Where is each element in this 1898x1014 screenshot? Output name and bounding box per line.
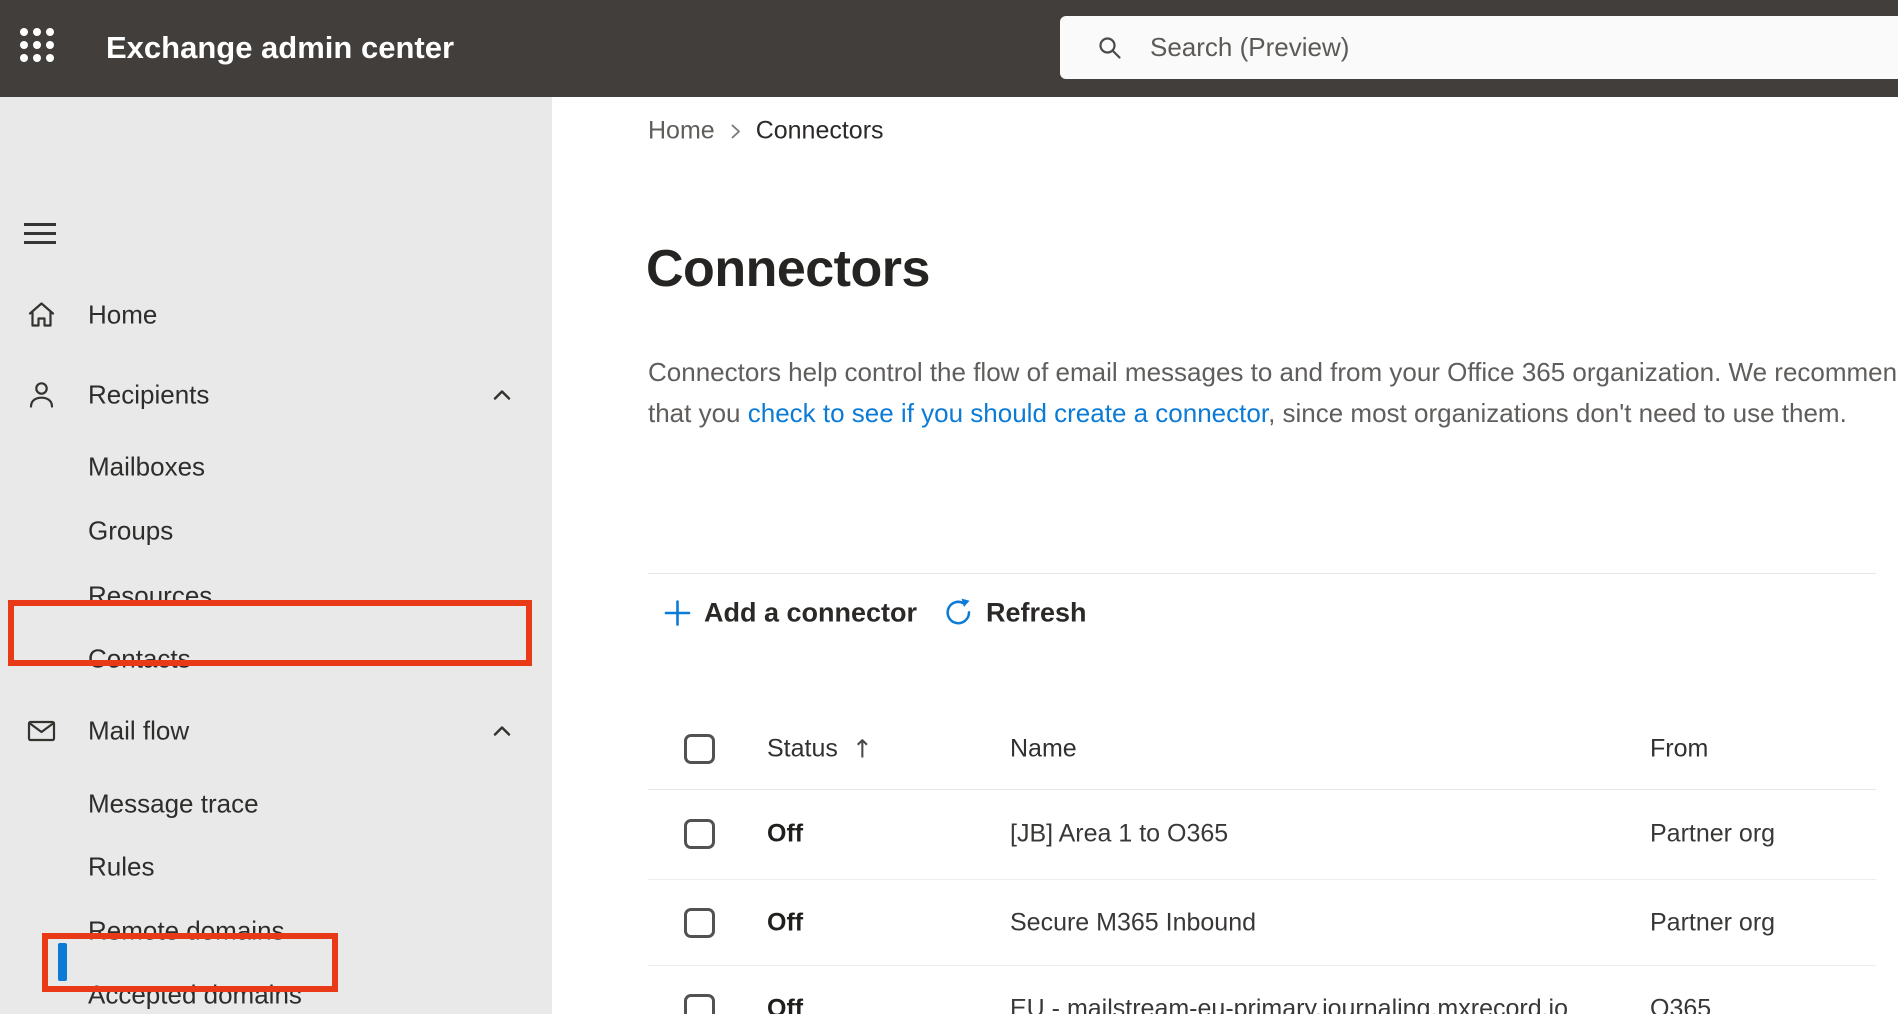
sidebar-item-label: Groups xyxy=(88,515,174,546)
sidebar-item-label: Contacts xyxy=(88,643,191,674)
toolbar-top-divider xyxy=(648,573,1876,574)
row-checkbox[interactable] xyxy=(684,908,715,938)
table-row[interactable]: Off EU - mailstream-eu-primary.journalin… xyxy=(552,965,1898,1014)
sidebar-item-message-trace[interactable]: Message trace xyxy=(0,772,552,836)
plus-icon xyxy=(664,600,691,626)
sort-ascending-icon[interactable]: ↑ xyxy=(852,735,873,764)
sidebar-item-label: Mailboxes xyxy=(88,451,206,482)
page-title: Connectors xyxy=(646,240,930,298)
create-connector-check-link[interactable]: check to see if you should create a conn… xyxy=(748,398,1268,428)
sidebar-item-label: Remote domains xyxy=(88,915,285,946)
mail-icon xyxy=(27,720,56,742)
sidebar-item-home[interactable]: Home xyxy=(0,283,552,347)
chevron-up-icon[interactable] xyxy=(488,717,516,745)
row-checkbox[interactable] xyxy=(684,994,715,1014)
row-status: Off xyxy=(767,908,804,937)
left-navigation: Home Recipients Mailboxes Groups Resourc… xyxy=(0,97,552,1014)
sidebar-item-accepted-domains[interactable]: Accepted domains xyxy=(0,963,552,1014)
row-status: Off xyxy=(767,994,804,1014)
app-title: Exchange admin center xyxy=(106,30,455,65)
search-placeholder: Search (Preview) xyxy=(1150,32,1350,62)
refresh-button[interactable]: Refresh xyxy=(943,598,1087,629)
row-from: Partner org xyxy=(1650,908,1776,937)
sidebar-item-label: Recipients xyxy=(88,379,210,410)
sidebar-item-label: Mail flow xyxy=(88,715,190,746)
home-icon xyxy=(28,302,55,327)
sidebar-item-label: Accepted domains xyxy=(88,979,302,1010)
chevron-right-icon xyxy=(731,124,740,138)
row-from: Partner org xyxy=(1650,819,1776,848)
column-header-from[interactable]: From xyxy=(1650,735,1708,764)
page-description: Connectors help control the flow of emai… xyxy=(648,352,1898,434)
sidebar-item-mail-flow[interactable]: Mail flow xyxy=(0,699,552,763)
breadcrumb-current: Connectors xyxy=(755,116,884,145)
sidebar-item-recipients[interactable]: Recipients xyxy=(0,363,552,427)
column-header-status[interactable]: Status xyxy=(767,735,838,764)
row-from: O365 xyxy=(1650,994,1712,1014)
row-name[interactable]: Secure M365 Inbound xyxy=(1010,909,1256,938)
sidebar-item-label: Message trace xyxy=(88,788,259,819)
add-connector-label: Add a connector xyxy=(704,597,918,628)
add-connector-button[interactable]: Add a connector xyxy=(663,598,917,629)
chevron-up-icon[interactable] xyxy=(488,381,516,409)
refresh-icon xyxy=(946,598,971,625)
sidebar-item-label: Resources xyxy=(88,580,213,611)
table-row[interactable]: Off Secure M365 Inbound Partner org xyxy=(552,879,1898,967)
sidebar-item-rules[interactable]: Rules xyxy=(0,835,552,899)
search-icon xyxy=(1099,36,1121,59)
selected-item-indicator xyxy=(58,943,67,981)
person-icon xyxy=(29,382,54,408)
row-checkbox[interactable] xyxy=(684,819,715,849)
row-name[interactable]: [JB] Area 1 to O365 xyxy=(1010,820,1228,849)
select-all-checkbox[interactable] xyxy=(684,734,715,764)
search-input[interactable]: Search (Preview) xyxy=(1060,16,1898,79)
table-header-row: Status ↑ Name From xyxy=(552,709,1898,789)
breadcrumb-home-link[interactable]: Home xyxy=(648,117,715,146)
sidebar-item-resources[interactable]: Resources xyxy=(0,564,552,628)
sidebar-item-contacts[interactable]: Contacts xyxy=(0,627,552,691)
row-status: Off xyxy=(767,819,804,848)
column-header-name[interactable]: Name xyxy=(1010,735,1077,764)
app-launcher-icon[interactable] xyxy=(20,28,60,66)
breadcrumb: Home Connectors xyxy=(648,117,884,146)
table-row[interactable]: Off [JB] Area 1 to O365 Partner org xyxy=(552,790,1898,878)
exchange-admin-center-screen: Exchange admin center Search (Preview) H… xyxy=(0,0,1898,1014)
sidebar-item-groups[interactable]: Groups xyxy=(0,499,552,563)
refresh-label: Refresh xyxy=(986,597,1087,628)
hamburger-menu-icon[interactable] xyxy=(24,223,56,244)
sidebar-item-mailboxes[interactable]: Mailboxes xyxy=(0,435,552,499)
sidebar-item-label: Rules xyxy=(88,851,155,882)
sidebar-item-remote-domains[interactable]: Remote domains xyxy=(0,899,552,963)
top-app-bar: Exchange admin center Search (Preview) xyxy=(0,0,1898,97)
sidebar-item-label: Home xyxy=(88,299,158,330)
row-name[interactable]: EU - mailstream-eu-primary.journaling.mx… xyxy=(1010,995,1568,1014)
description-text-post: , since most organizations don't need to… xyxy=(1268,398,1847,428)
